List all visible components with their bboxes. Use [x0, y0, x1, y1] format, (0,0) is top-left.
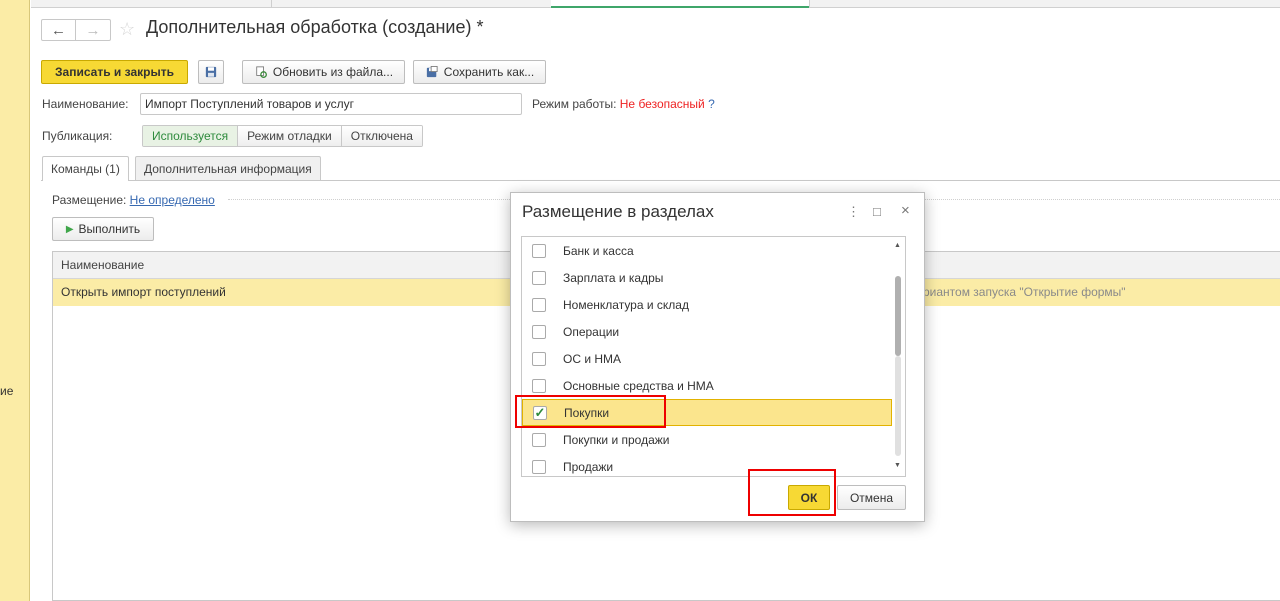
row-launch-option: риантом запуска "Открытие формы"	[923, 285, 1126, 299]
tab-additional-info[interactable]: Дополнительная информация	[135, 156, 321, 180]
name-label: Наименование:	[42, 97, 129, 111]
scroll-down-icon[interactable]: ▼	[894, 462, 901, 469]
window-tabs-strip	[31, 0, 1280, 8]
checkbox[interactable]	[532, 351, 546, 366]
favorite-star-icon[interactable]: ☆	[119, 19, 135, 40]
save-button[interactable]	[198, 60, 224, 84]
save-as-button[interactable]: Сохранить как...	[413, 60, 546, 84]
list-item[interactable]: Банк и касса	[522, 237, 890, 264]
list-item-label: Операции	[563, 324, 620, 339]
list-scrollbar[interactable]: ▲ ▼	[891, 236, 905, 477]
checkbox[interactable]	[532, 324, 546, 339]
floppy-disk-icon	[205, 66, 217, 78]
mode-label: Режим работы:	[532, 97, 617, 111]
scroll-thumb[interactable]	[895, 276, 901, 356]
play-icon: ▶	[65, 223, 74, 235]
list-item-label: Основные средства и НМА	[563, 378, 714, 393]
back-arrow-icon[interactable]: ←	[42, 20, 76, 40]
checkbox[interactable]	[532, 378, 546, 393]
list-item-label: Банк и касса	[563, 243, 634, 258]
annotation-highlight-purchases	[515, 395, 666, 428]
publication-switch: Используется Режим отладки Отключена	[142, 125, 423, 147]
close-icon[interactable]: ×	[901, 202, 910, 219]
mode-value[interactable]: Не безопасный	[620, 97, 705, 111]
tab-separator	[809, 0, 810, 8]
publication-option-used[interactable]: Используется	[143, 126, 239, 146]
list-item[interactable]: Номенклатура и склад	[522, 291, 890, 318]
list-item-label: Номенклатура и склад	[563, 297, 689, 312]
cancel-button[interactable]: Отмена	[837, 485, 906, 510]
row-name: Открыть импорт поступлений	[61, 285, 226, 299]
list-item-label: ОС и НМА	[563, 351, 622, 366]
history-nav: ← →	[41, 19, 111, 41]
publication-option-debug[interactable]: Режим отладки	[238, 126, 342, 146]
checkbox[interactable]	[532, 432, 546, 447]
list-item-label: Зарплата и кадры	[563, 270, 664, 285]
checkbox[interactable]	[532, 270, 546, 285]
annotation-highlight-ok	[748, 469, 836, 516]
list-item-label: Продажи	[563, 459, 614, 474]
save-as-label: Сохранить как...	[443, 65, 535, 79]
placement-link[interactable]: Не определено	[130, 193, 215, 207]
page-title: Дополнительная обработка (создание) *	[146, 17, 484, 37]
refresh-file-icon	[256, 66, 267, 78]
scroll-track[interactable]	[895, 356, 901, 456]
placement-row: Размещение: Не определено	[52, 193, 215, 207]
publication-option-disabled[interactable]: Отключена	[341, 126, 422, 146]
publication-label: Публикация:	[42, 129, 113, 143]
update-from-file-button[interactable]: Обновить из файла...	[242, 60, 405, 84]
checkbox[interactable]	[532, 297, 546, 312]
scroll-up-icon[interactable]: ▲	[894, 242, 901, 249]
help-icon[interactable]: ?	[708, 97, 715, 111]
dialog-title: Размещение в разделах	[522, 202, 714, 221]
list-item-label: Покупки и продажи	[563, 432, 670, 447]
placement-dialog: Размещение в разделах ⋮ □ × Банк и касса…	[510, 192, 925, 522]
run-button-label: Выполнить	[78, 222, 141, 236]
list-item[interactable]: Зарплата и кадры	[522, 264, 890, 291]
sections-list: Банк и касса Зарплата и кадры Номенклату…	[521, 236, 906, 477]
maximize-icon[interactable]: □	[873, 204, 881, 219]
more-vert-icon[interactable]: ⋮	[847, 204, 860, 220]
active-window-tab[interactable]	[551, 0, 809, 8]
update-from-file-label: Обновить из файла...	[272, 65, 394, 79]
tab-separator	[271, 0, 272, 8]
mode-row: Режим работы: Не безопасный ?	[532, 97, 715, 111]
list-item[interactable]: Покупки и продажи	[522, 426, 890, 453]
forward-arrow-icon[interactable]: →	[76, 20, 110, 40]
name-field[interactable]: Импорт Поступлений товаров и услуг	[140, 93, 522, 115]
checkbox[interactable]	[532, 459, 546, 474]
left-panel-text: ие	[0, 384, 14, 398]
left-section-panel[interactable]: ие	[0, 0, 30, 601]
list-item[interactable]: Операции	[522, 318, 890, 345]
placement-label: Размещение:	[52, 193, 127, 207]
checkbox[interactable]	[532, 243, 546, 258]
tab-commands[interactable]: Команды (1)	[42, 156, 129, 181]
save-and-close-button[interactable]: Записать и закрыть	[41, 60, 188, 84]
run-button[interactable]: ▶ Выполнить	[52, 217, 154, 241]
save-as-icon	[426, 66, 438, 78]
tab-divider	[41, 180, 1280, 181]
list-item[interactable]: ОС и НМА	[522, 345, 890, 372]
